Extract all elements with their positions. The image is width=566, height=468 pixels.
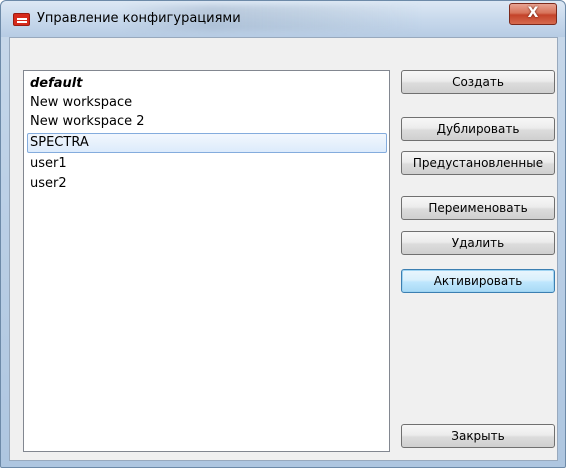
list-item-spectra[interactable]: SPECTRA: [27, 133, 387, 153]
delete-button[interactable]: Удалить: [401, 231, 555, 255]
close-window-button[interactable]: X: [509, 3, 557, 25]
config-manager-window: Управление конфигурациями X default New …: [0, 0, 566, 468]
list-item-new-workspace-2[interactable]: New workspace 2: [27, 112, 387, 132]
create-button[interactable]: Создать: [401, 70, 555, 94]
close-button[interactable]: Закрыть: [401, 424, 555, 448]
rename-button[interactable]: Переименовать: [401, 196, 555, 220]
list-item-user2[interactable]: user2: [27, 174, 387, 194]
window-title: Управление конфигурациями: [37, 11, 241, 26]
app-logo-icon: [13, 13, 30, 26]
config-list[interactable]: default New workspace New workspace 2 SP…: [23, 70, 390, 452]
list-item-new-workspace[interactable]: New workspace: [27, 93, 387, 113]
presets-button[interactable]: Предустановленные: [401, 151, 555, 175]
dialog-body: default New workspace New workspace 2 SP…: [9, 37, 558, 461]
duplicate-button[interactable]: Дублировать: [401, 117, 555, 141]
title-bar[interactable]: Управление конфигурациями X: [1, 1, 565, 37]
list-item-default[interactable]: default: [27, 74, 387, 94]
activate-button[interactable]: Активировать: [401, 269, 555, 293]
list-item-user1[interactable]: user1: [27, 154, 387, 174]
